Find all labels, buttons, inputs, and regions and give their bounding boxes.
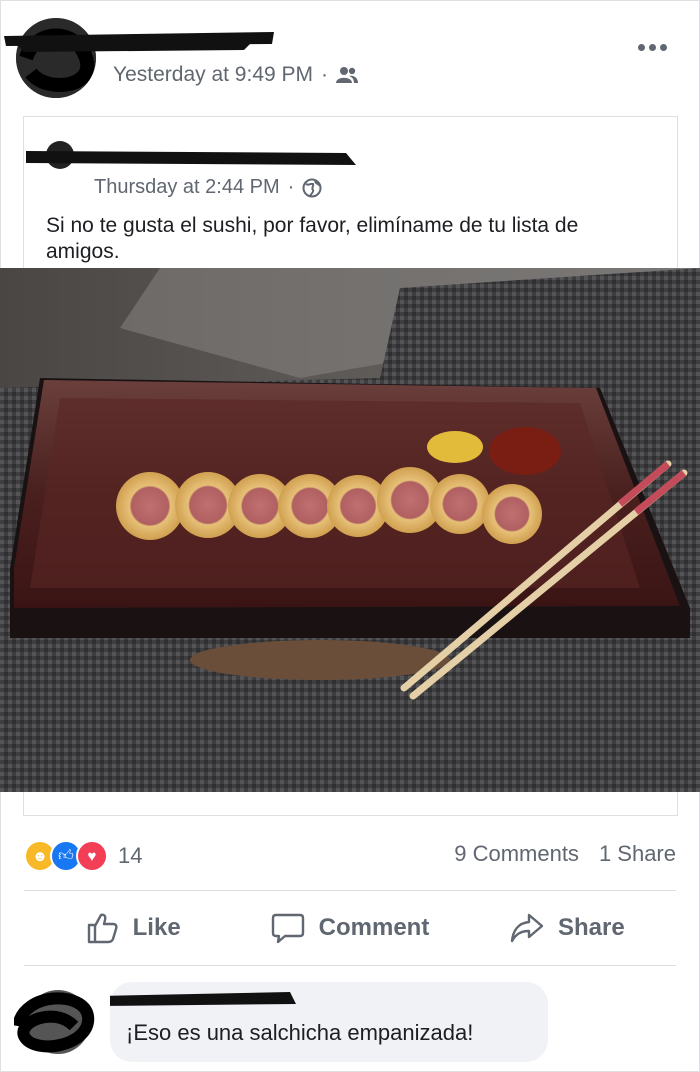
- engagement-stats: 9 Comments 1 Share: [454, 841, 676, 867]
- shared-post-meta: Thursday at 2:44 PM ·: [94, 176, 322, 199]
- divider: [24, 965, 676, 966]
- comment-bubble: ¡Eso es una salchicha empanizada!: [110, 982, 548, 1062]
- post-photo[interactable]: [0, 268, 700, 792]
- action-bar: Like Comment Share: [24, 895, 676, 961]
- commenter-name-redacted: [110, 992, 296, 1006]
- friends-icon[interactable]: [336, 66, 359, 84]
- shared-post-text: Si no te gusta el sushi, por favor, elim…: [46, 214, 579, 263]
- post-meta: Yesterday at 9:49 PM ·: [113, 63, 359, 87]
- share-label: Share: [557, 914, 625, 941]
- like-label: Like: [132, 914, 181, 941]
- love-icon: ♥: [76, 840, 108, 872]
- like-button[interactable]: Like: [24, 895, 241, 961]
- more-options-icon[interactable]: [638, 38, 678, 52]
- reactions-summary[interactable]: ☻ 👍︎ ♥ 14: [24, 840, 142, 872]
- author-name-redacted: [4, 32, 274, 52]
- commenter-avatar[interactable]: [14, 986, 96, 1054]
- shared-post-timestamp[interactable]: Thursday at 2:44 PM: [94, 176, 280, 199]
- comment-label: Comment: [318, 914, 430, 941]
- comment-icon: [271, 913, 304, 944]
- shared-author-redacted: [26, 141, 356, 169]
- reaction-count: 14: [118, 843, 143, 868]
- globe-icon: [302, 178, 322, 197]
- share-button[interactable]: Share: [459, 895, 676, 961]
- share-arrow-icon: [510, 913, 544, 943]
- comment-text: ¡Eso es una salchicha empanizada!: [126, 1020, 474, 1045]
- meta-separator: ·: [321, 63, 329, 86]
- thumbs-up-icon: [87, 913, 118, 944]
- meta-separator: ·: [287, 176, 295, 198]
- shares-count-link[interactable]: 1 Share: [599, 841, 676, 867]
- divider: [24, 890, 676, 891]
- comment-button[interactable]: Comment: [241, 895, 458, 961]
- comments-count-link[interactable]: 9 Comments: [454, 841, 579, 867]
- post-timestamp[interactable]: Yesterday at 9:49 PM: [113, 63, 313, 87]
